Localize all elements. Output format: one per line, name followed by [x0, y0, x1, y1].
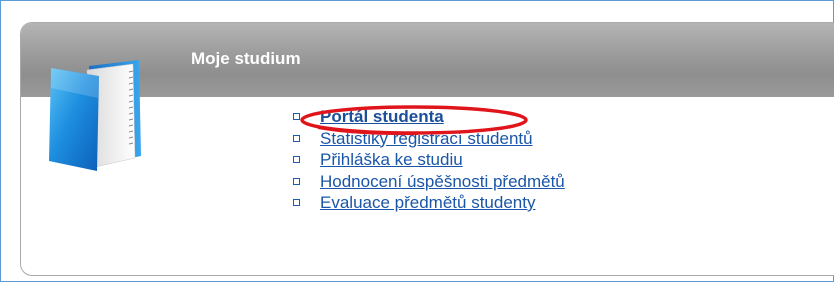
list-item: Statistiky registrací studentů: [290, 128, 565, 150]
list-item: Portál studenta: [290, 106, 565, 128]
study-links-list: Portál studenta Statistiky registrací st…: [290, 106, 565, 214]
square-bullet-icon: [293, 134, 300, 142]
list-item: Hodnocení úspěšnosti předmětů: [290, 171, 565, 193]
link-statistiky-registraci[interactable]: Statistiky registrací studentů: [320, 129, 533, 148]
link-prihlaska-ke-studiu[interactable]: Přihláška ke studiu: [320, 150, 463, 169]
book-icon: [49, 60, 141, 171]
link-portal-studenta[interactable]: Portál studenta: [320, 107, 444, 126]
square-bullet-icon: [293, 177, 300, 185]
square-bullet-icon: [293, 156, 300, 163]
panel-title: Moje studium: [191, 49, 301, 68]
list-item: Evaluace předmětů studenty: [290, 192, 565, 214]
link-evaluace-predmetu[interactable]: Evaluace předmětů studenty: [320, 193, 535, 212]
list-item: Přihláška ke studiu: [290, 149, 565, 171]
square-bullet-icon: [293, 199, 300, 206]
link-hodnoceni-uspesnosti[interactable]: Hodnocení úspěšnosti předmětů: [320, 172, 565, 191]
square-bullet-icon: [293, 113, 300, 120]
